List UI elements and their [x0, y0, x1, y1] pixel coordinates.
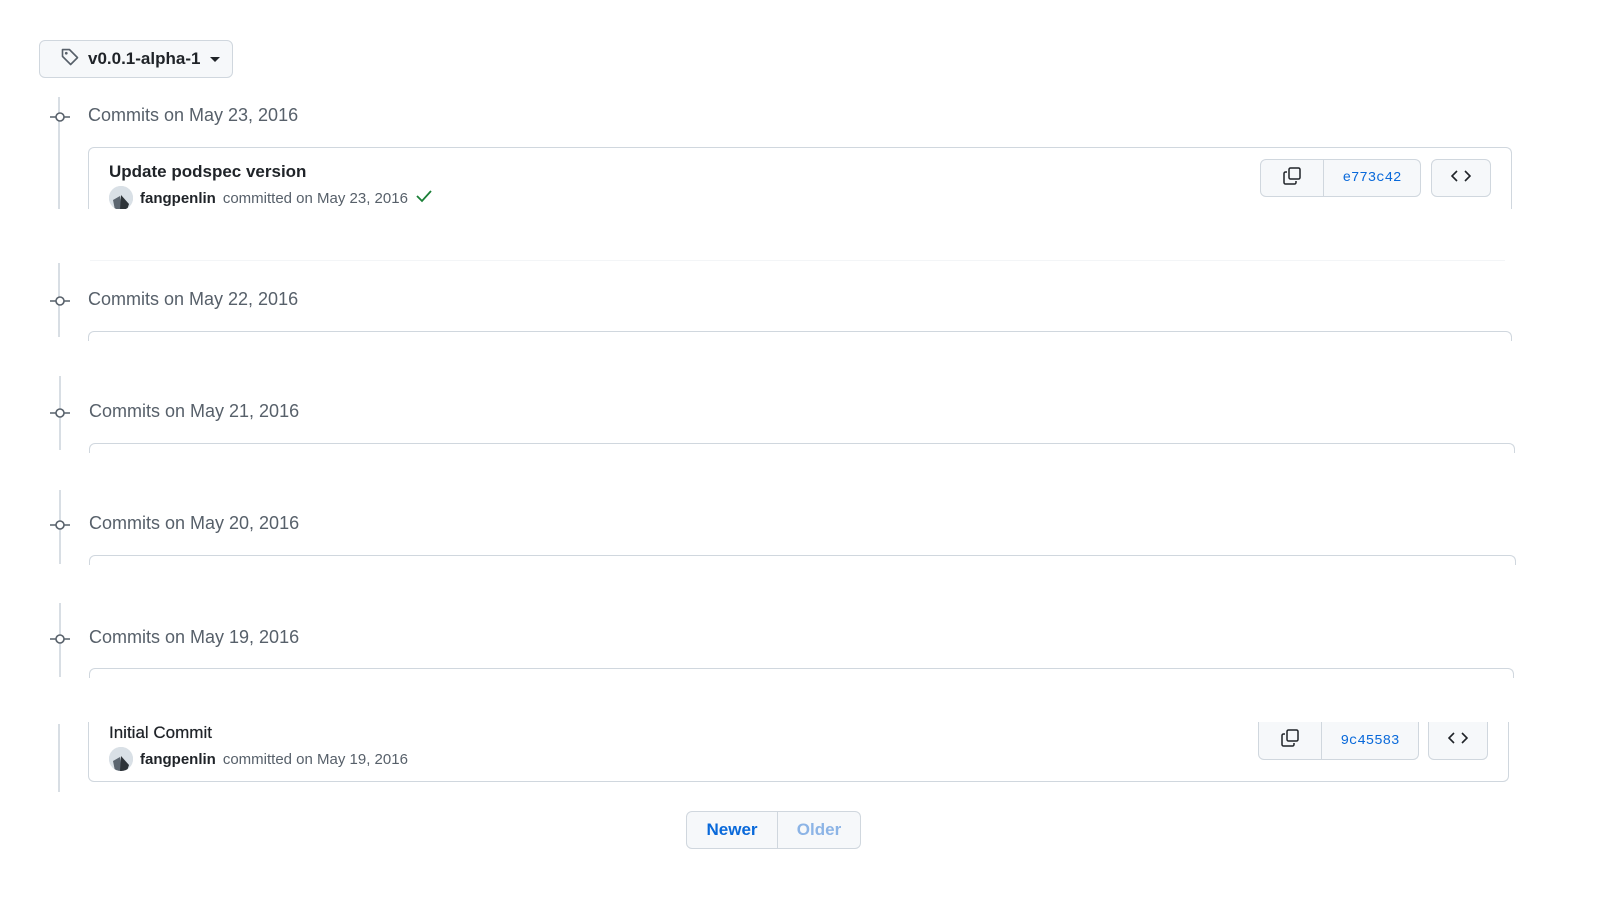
day-heading: Commits on May 22, 2016	[88, 289, 299, 309]
avatar[interactable]	[109, 186, 133, 209]
code-icon	[1450, 169, 1472, 188]
author-link[interactable]: fangpenlin	[140, 190, 216, 207]
pagination: Newer Older	[686, 811, 861, 849]
commit-meta: fangpenlin committed on May 19, 2016	[109, 747, 408, 771]
commit-sha-link[interactable]: 9c45583	[1322, 722, 1419, 760]
commit-title-link[interactable]: Update podspec version	[109, 162, 306, 182]
commit-title-link[interactable]: Initial Commit	[109, 723, 212, 743]
tag-selector-label: v0.0.1-alpha-1	[88, 49, 201, 68]
commit-item: Update podspec version fangpenlin commit…	[88, 147, 1512, 209]
check-icon[interactable]	[415, 189, 433, 207]
copy-sha-button[interactable]	[1258, 722, 1322, 760]
commit-list-edge	[88, 331, 1512, 341]
copy-icon	[1280, 728, 1300, 753]
commit-list-edge	[89, 668, 1514, 678]
copy-icon	[1282, 166, 1302, 191]
browse-files-button[interactable]	[1431, 159, 1491, 197]
committed-date: committed on May 23, 2016	[222, 189, 408, 207]
copy-sha-button[interactable]	[1260, 159, 1324, 197]
commit-node-icon	[50, 406, 70, 418]
commit-meta: fangpenlin committed on May 23, 2016	[109, 186, 433, 209]
code-icon	[1447, 731, 1469, 750]
commit-node-icon	[50, 518, 70, 530]
commit-sha-link[interactable]: e773c42	[1324, 159, 1421, 197]
tag-selector-button[interactable]: v0.0.1-alpha-1	[39, 40, 233, 78]
author-link[interactable]: fangpenlin	[140, 751, 216, 768]
timeline-line	[58, 724, 60, 792]
chevron-down-icon	[210, 56, 221, 62]
newer-button[interactable]: Newer	[686, 811, 778, 849]
committed-date: committed on May 19, 2016	[222, 750, 408, 768]
browse-files-button[interactable]	[1428, 722, 1488, 760]
day-heading: Commits on May 23, 2016	[88, 105, 299, 125]
commit-node-icon	[50, 110, 70, 122]
tag-icon	[60, 47, 80, 72]
day-heading: Commits on May 19, 2016	[89, 627, 300, 647]
commit-node-icon	[50, 294, 70, 306]
commit-item: Initial Commit fangpenlin committed on M…	[88, 722, 1509, 782]
commit-list-edge	[89, 443, 1515, 453]
older-button: Older	[778, 811, 861, 849]
day-heading: Commits on May 20, 2016	[89, 513, 300, 533]
commit-node-icon	[50, 632, 70, 644]
commit-list-edge	[89, 555, 1516, 565]
avatar[interactable]	[109, 747, 133, 771]
divider	[90, 260, 1505, 261]
day-heading: Commits on May 21, 2016	[89, 401, 300, 421]
